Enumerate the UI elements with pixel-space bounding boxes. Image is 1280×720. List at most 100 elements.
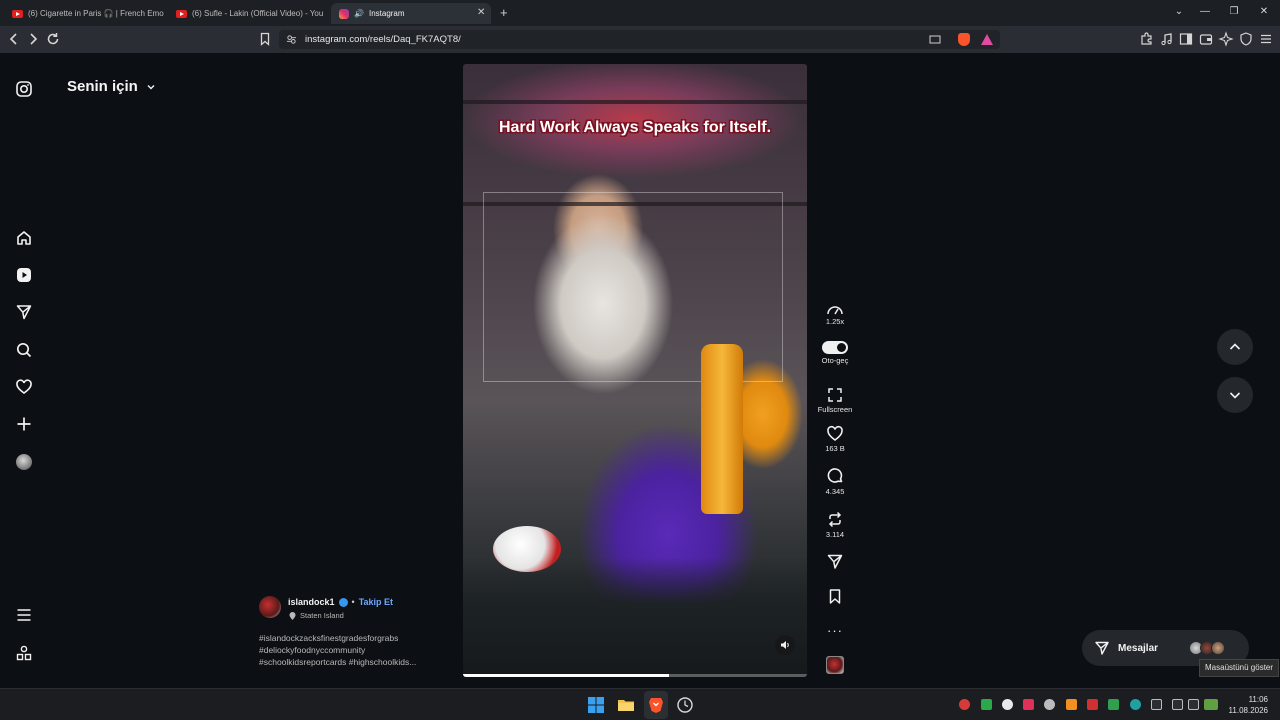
file-explorer-icon[interactable] xyxy=(617,696,635,714)
tray-app-icon[interactable] xyxy=(1044,699,1055,710)
comment-button[interactable]: 4.345 xyxy=(815,468,855,496)
steam-icon[interactable] xyxy=(1002,699,1013,710)
windows-start-icon[interactable] xyxy=(587,696,605,714)
reload-icon[interactable] xyxy=(45,31,61,47)
site-settings-icon[interactable] xyxy=(286,34,297,45)
instagram-logo-icon[interactable] xyxy=(15,80,33,98)
browser-toolbar: instagram.com/reels/Daq_FK7AQT8/ xyxy=(0,26,1280,53)
clock-time: 11:06 xyxy=(1248,695,1268,704)
nvidia-icon[interactable] xyxy=(981,699,992,710)
taskbar: 11:06 11.08.2026 xyxy=(0,688,1280,720)
more-options-icon[interactable]: ··· xyxy=(815,623,855,638)
taskbar-clock[interactable]: 11:06 11.08.2026 xyxy=(1226,694,1268,716)
tab-sufle-lakin[interactable]: (6) Sufle - Lakin (Official Video) - You xyxy=(168,3,326,24)
clock-app-icon[interactable] xyxy=(676,696,694,714)
home-icon[interactable] xyxy=(15,229,33,247)
author-avatar[interactable] xyxy=(259,596,281,618)
playback-speed-label: 1.25x xyxy=(825,317,845,326)
mute-button[interactable] xyxy=(775,635,795,655)
fullscreen-button[interactable]: Fullscreen xyxy=(815,387,855,414)
tab-cigarette-in-paris[interactable]: (6) Cigarette in Paris 🎧 | French Emo xyxy=(4,3,164,24)
heart-icon xyxy=(827,425,843,441)
brave-shields-icon[interactable] xyxy=(958,33,970,46)
show-desktop-tooltip: Masaüstünü göster xyxy=(1199,659,1280,677)
cast-icon[interactable] xyxy=(929,34,941,45)
hashtag-line: #deliockyfoodnyccommunity xyxy=(259,645,366,655)
follow-button[interactable]: Takip Et xyxy=(359,597,393,607)
previous-reel-button[interactable] xyxy=(1217,329,1253,365)
repost-icon xyxy=(828,511,842,528)
tab-instagram[interactable]: 🔊 Instagram xyxy=(331,3,491,24)
hashtag-line: #islandockzacksfinestgradesforgrabs xyxy=(259,633,399,643)
share-button[interactable] xyxy=(815,553,855,570)
speedometer-icon xyxy=(827,306,843,315)
close-window-icon[interactable]: ✕ xyxy=(1256,4,1272,20)
back-icon[interactable] xyxy=(6,31,22,47)
battery-icon[interactable] xyxy=(1204,699,1218,710)
reel-caption[interactable]: #islandockzacksfinestgradesforgrabs #del… xyxy=(259,632,416,668)
minimize-icon[interactable]: — xyxy=(1197,4,1213,20)
brave-rewards-icon[interactable] xyxy=(981,34,993,45)
wallet-icon[interactable] xyxy=(1198,31,1214,47)
menu-icon[interactable] xyxy=(1258,31,1274,47)
video-caption-overlay: Hard Work Always Speaks for Itself. xyxy=(498,119,772,136)
tab-search-chevron-icon[interactable]: ⌄ xyxy=(1171,4,1187,20)
author-username[interactable]: islandock1 xyxy=(288,597,335,607)
reels-icon[interactable] xyxy=(15,266,33,284)
tray-app-icon[interactable] xyxy=(959,699,970,710)
tray-app-icon[interactable] xyxy=(1108,699,1119,710)
feed-selector[interactable]: Senin için xyxy=(67,78,156,95)
repost-count: 3.114 xyxy=(825,530,845,539)
autoplay-switch[interactable] xyxy=(822,341,848,354)
tab-title: (6) Cigarette in Paris 🎧 | French Emo xyxy=(28,9,164,18)
sidebar-toggle-icon[interactable] xyxy=(1178,31,1194,47)
video-scene-counter xyxy=(463,557,807,677)
original-audio-thumbnail[interactable] xyxy=(826,656,844,674)
hashtag-line: #schoolkidsreportcards #highschoolkids..… xyxy=(259,657,417,667)
save-button[interactable] xyxy=(815,588,855,605)
bookmark-icon[interactable] xyxy=(257,31,273,47)
repost-button[interactable]: 3.114 xyxy=(815,511,855,539)
search-icon[interactable] xyxy=(15,341,33,359)
tray-app-icon[interactable] xyxy=(1066,699,1077,710)
reel-video[interactable]: Hard Work Always Speaks for Itself. xyxy=(463,64,807,677)
tab-title: (6) Sufle - Lakin (Official Video) - You xyxy=(192,9,324,18)
network-icon[interactable] xyxy=(1172,699,1183,710)
address-bar[interactable]: instagram.com/reels/Daq_FK7AQT8/ xyxy=(279,30,1000,49)
location-pin-icon xyxy=(289,611,296,620)
message-avatar xyxy=(1211,641,1225,655)
author-location[interactable]: Staten Island xyxy=(300,611,344,620)
like-button[interactable]: 163 B xyxy=(815,425,855,453)
playback-speed-button[interactable]: 1.25x xyxy=(815,303,855,326)
vpn-shield-icon[interactable] xyxy=(1238,31,1254,47)
media-icon[interactable] xyxy=(1159,31,1175,47)
maximize-icon[interactable]: ❐ xyxy=(1226,4,1242,20)
brave-browser-icon[interactable] xyxy=(647,696,665,714)
tray-app-icon[interactable] xyxy=(1130,699,1141,710)
tray-app-icon[interactable] xyxy=(1023,699,1034,710)
microphone-icon[interactable] xyxy=(1151,699,1162,710)
heart-icon[interactable] xyxy=(15,378,33,396)
video-progress-fill xyxy=(463,674,670,677)
browser-tab-bar: (6) Cigarette in Paris 🎧 | French Emo (6… xyxy=(0,0,1280,26)
new-tab-button[interactable]: + xyxy=(500,5,508,20)
video-scene-shelf xyxy=(463,100,807,104)
more-menu-icon[interactable] xyxy=(15,606,33,624)
tray-app-icon[interactable] xyxy=(1087,699,1098,710)
direct-send-icon[interactable] xyxy=(15,303,33,321)
create-plus-icon[interactable] xyxy=(15,415,33,433)
youtube-icon xyxy=(12,9,23,18)
volume-icon[interactable] xyxy=(1188,699,1199,710)
forward-icon[interactable] xyxy=(25,31,41,47)
profile-avatar[interactable] xyxy=(16,454,32,470)
leo-ai-icon[interactable] xyxy=(1218,31,1234,47)
extensions-icon[interactable] xyxy=(1139,31,1155,47)
youtube-icon xyxy=(176,9,187,18)
next-reel-button[interactable] xyxy=(1217,377,1253,413)
clock-date: 11.08.2026 xyxy=(1228,706,1268,715)
video-progress-bar[interactable] xyxy=(463,674,807,677)
close-tab-icon[interactable]: ✕ xyxy=(477,7,485,18)
autoplay-toggle[interactable]: Oto-geç xyxy=(815,341,855,365)
comment-icon xyxy=(827,468,843,483)
also-from-meta-icon[interactable] xyxy=(15,644,33,662)
